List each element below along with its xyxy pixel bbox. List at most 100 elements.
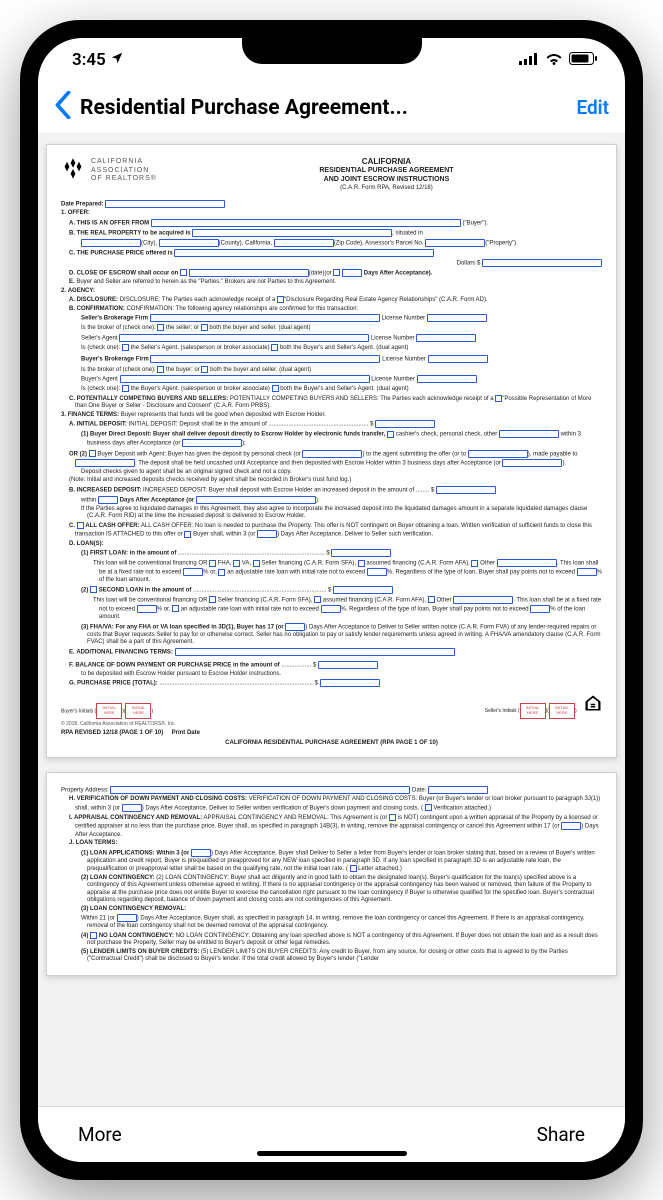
sa-opt2-checkbox[interactable]	[271, 344, 278, 351]
more-button[interactable]: More	[78, 1123, 122, 1146]
points-field[interactable]	[577, 568, 597, 576]
cc-checkbox[interactable]	[387, 431, 394, 438]
coe-days-checkbox[interactable]	[333, 269, 340, 276]
seller-firm-field[interactable]	[150, 314, 380, 322]
coe-date-field[interactable]	[189, 269, 309, 277]
buyer-initial-1[interactable]: INITIAL HERE	[96, 703, 122, 719]
sb-dual-checkbox[interactable]	[201, 324, 208, 331]
edit-button[interactable]: Edit	[576, 96, 609, 119]
arm2-rate-field[interactable]	[321, 605, 341, 613]
property-field[interactable]	[192, 229, 392, 237]
share-button[interactable]: Share	[537, 1123, 585, 1146]
buyer-initial-2[interactable]: INITIAL HERE	[125, 703, 151, 719]
appr-days-field[interactable]	[561, 822, 581, 830]
apn-field[interactable]	[425, 239, 485, 247]
deposit-alt-field[interactable]	[182, 439, 242, 447]
buyer-agent-field[interactable]	[120, 375, 370, 383]
car-logo-icon	[61, 157, 85, 185]
balance-field[interactable]	[318, 661, 378, 669]
buyer-agent-lic-field[interactable]	[417, 375, 477, 383]
loan2-checkbox[interactable]	[90, 586, 97, 593]
deposit-field[interactable]	[375, 420, 435, 428]
inc-days-field[interactable]	[98, 496, 118, 504]
buyer-firm-field[interactable]	[150, 355, 380, 363]
other2-field[interactable]	[453, 596, 513, 604]
back-button[interactable]	[54, 91, 72, 124]
notch	[242, 38, 422, 64]
seller-initial-2[interactable]: INITIAL HERE	[549, 703, 575, 719]
ba-opt1-checkbox[interactable]	[122, 385, 129, 392]
cellular-icon	[519, 50, 539, 70]
points2-field[interactable]	[530, 605, 550, 613]
document-viewer[interactable]: CALIFORNIA ASSOCIATION OF REALTORS® CALI…	[38, 134, 625, 1106]
loan1-field[interactable]	[331, 549, 391, 557]
ad-checkbox[interactable]	[277, 296, 284, 303]
page-title: Residential Purchase Agreement...	[80, 96, 568, 120]
coe-days-field[interactable]	[342, 269, 362, 277]
sf2-checkbox[interactable]	[209, 596, 216, 603]
buyer-initials: Buyer's Initials (INITIAL HERE)(INITIAL …	[61, 703, 153, 719]
document-page-1[interactable]: CALIFORNIA ASSOCIATION OF REALTORS® CALI…	[46, 144, 617, 758]
af2-checkbox[interactable]	[314, 596, 321, 603]
appr-not-checkbox[interactable]	[389, 814, 396, 821]
seller-agent-field[interactable]	[119, 334, 369, 342]
sf-checkbox[interactable]	[253, 560, 260, 567]
dep-to-field[interactable]	[468, 450, 528, 458]
other2-checkbox[interactable]	[428, 596, 435, 603]
city-field[interactable]	[81, 239, 141, 247]
ver-days-field[interactable]	[122, 804, 142, 812]
seller-initial-1[interactable]: INITIAL HERE	[520, 703, 546, 719]
other-loan-field[interactable]	[497, 559, 557, 567]
lc-days-field[interactable]	[117, 914, 137, 922]
fhava-days-field[interactable]	[285, 623, 305, 631]
inc-dep-field[interactable]	[436, 486, 496, 494]
wifi-icon	[545, 50, 563, 70]
nolc-checkbox[interactable]	[90, 932, 97, 939]
payable-field[interactable]	[75, 459, 135, 467]
ba-opt2-checkbox[interactable]	[272, 385, 279, 392]
device-frame: 3:45 Residential P	[20, 20, 643, 1180]
zip-field[interactable]	[274, 239, 334, 247]
af-checkbox[interactable]	[358, 560, 365, 567]
arm2-checkbox[interactable]	[172, 605, 179, 612]
other-loan-checkbox[interactable]	[471, 560, 478, 567]
coe-date-checkbox[interactable]	[180, 269, 187, 276]
page-footer-title: CALIFORNIA RESIDENTIAL PURCHASE AGREEMEN…	[61, 740, 602, 748]
date-prepared-field[interactable]	[105, 200, 225, 208]
va-checkbox[interactable]	[233, 560, 240, 567]
allcash-checkbox[interactable]	[77, 522, 84, 529]
inc-alt-field[interactable]	[196, 496, 316, 504]
sb-seller-checkbox[interactable]	[157, 324, 164, 331]
dep-agent-checkbox[interactable]	[89, 450, 96, 457]
price-field[interactable]	[482, 259, 602, 267]
county-field[interactable]	[159, 239, 219, 247]
bb-dual-checkbox[interactable]	[201, 366, 208, 373]
price-words-field[interactable]	[174, 249, 434, 257]
bb-buyer-checkbox[interactable]	[157, 366, 164, 373]
document-page-2[interactable]: Property Address: Date: H. VERIFICATION …	[46, 772, 617, 976]
ver-att-checkbox[interactable]	[425, 804, 432, 811]
rate2-field[interactable]	[137, 605, 157, 613]
loan2-field[interactable]	[333, 586, 393, 594]
buyer-firm-lic-field[interactable]	[428, 355, 488, 363]
letter-att-checkbox[interactable]	[350, 865, 357, 872]
deposit-other-field[interactable]	[499, 430, 559, 438]
dep-hold-field[interactable]	[502, 459, 562, 467]
arm-rate-field[interactable]	[367, 568, 387, 576]
fha-checkbox[interactable]	[209, 560, 216, 567]
buyer-name-field[interactable]	[151, 219, 461, 227]
p2-addr-field[interactable]	[110, 786, 410, 794]
rate1-field[interactable]	[183, 568, 203, 576]
cash-days-field[interactable]	[257, 530, 277, 538]
arm-checkbox[interactable]	[218, 569, 225, 576]
seller-agent-lic-field[interactable]	[416, 334, 476, 342]
seller-firm-lic-field[interactable]	[427, 314, 487, 322]
home-indicator[interactable]	[257, 1151, 407, 1156]
cash-ver-checkbox[interactable]	[184, 531, 191, 538]
p2-date-field[interactable]	[428, 786, 488, 794]
addtl-terms-field[interactable]	[175, 648, 455, 656]
loanapp-days-field[interactable]	[191, 849, 211, 857]
sa-opt1-checkbox[interactable]	[122, 344, 129, 351]
total-field[interactable]	[320, 679, 380, 687]
dep-agent-field[interactable]	[302, 450, 362, 458]
